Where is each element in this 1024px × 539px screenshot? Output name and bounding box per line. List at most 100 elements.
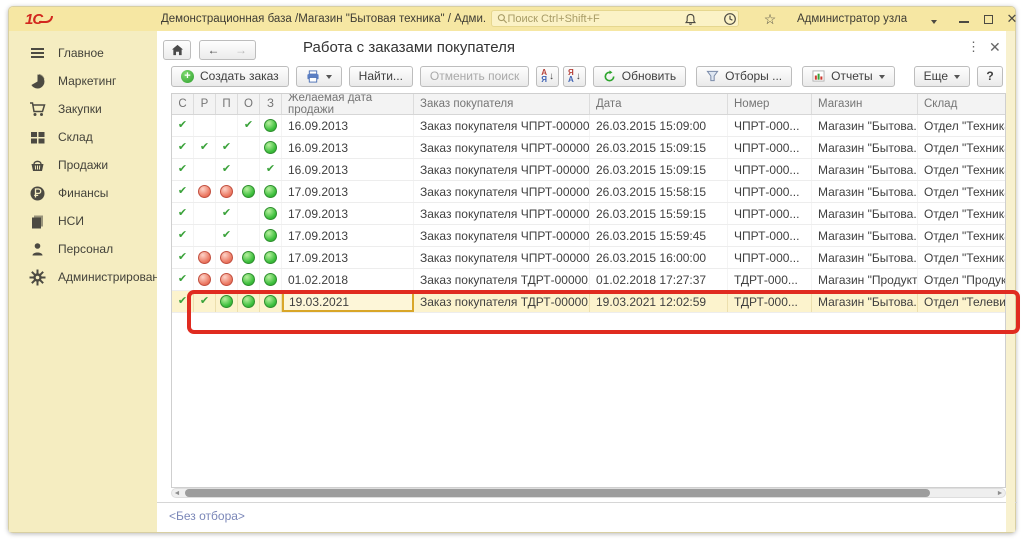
cell-warehouse: Отдел "Техника д [918, 203, 1006, 224]
close-button[interactable]: ✕ [1003, 7, 1021, 31]
table-row[interactable]: ✔✔17.09.2013Заказ покупателя ЧПРТ-00000.… [172, 203, 1005, 225]
status-check-icon: ✔ [222, 230, 231, 241]
titlebar: 1С Демонстрационная база /Магазин "Бытов… [9, 7, 1015, 31]
status-red-icon [198, 185, 211, 198]
global-search-box[interactable] [491, 10, 739, 27]
table-row[interactable]: ✔✔✔16.09.2013Заказ покупателя ЧПРТ-00000… [172, 137, 1005, 159]
status-cell [238, 203, 260, 224]
home-button[interactable] [163, 40, 191, 60]
status-cell [216, 115, 238, 136]
cancel-search-button[interactable]: Отменить поиск [420, 66, 529, 87]
status-check-icon: ✔ [178, 186, 187, 197]
status-cell: ✔ [216, 203, 238, 224]
page-title: Работа с заказами покупателя [303, 39, 515, 56]
back-button[interactable]: ← [199, 40, 228, 60]
sidebar-item-nsi[interactable]: НСИ [9, 207, 157, 235]
cell-order: Заказ покупателя ЧПРТ-00000... [414, 159, 590, 180]
sidebar-item-label: Главное [58, 46, 104, 60]
sort-descending-button[interactable]: ЯА↓ [563, 66, 586, 87]
column-header-number[interactable]: Номер [728, 94, 812, 114]
status-cell: ✔ [172, 159, 194, 180]
table-header-row: С Р П О З Желаемая дата продажи Заказ по… [172, 94, 1005, 115]
find-button[interactable]: Найти... [349, 66, 413, 87]
column-header-o[interactable]: О [238, 94, 260, 114]
table-row[interactable]: ✔17.09.2013Заказ покупателя ЧПРТ-00000..… [172, 247, 1005, 269]
cell-desired-date: 16.09.2013 [282, 159, 414, 180]
search-input[interactable] [508, 13, 733, 25]
status-green-icon [264, 207, 277, 220]
form-kebab-menu-icon[interactable]: ⋮ [967, 39, 980, 55]
more-button[interactable]: Еще [914, 66, 970, 87]
sidebar-item-purchases[interactable]: Закупки [9, 95, 157, 123]
cell-desired-date: 01.02.2018 [282, 269, 414, 290]
status-cell [194, 247, 216, 268]
column-header-order[interactable]: Заказ покупателя [414, 94, 590, 114]
sidebar-item-warehouse[interactable]: Склад [9, 123, 157, 151]
favorites-star-icon[interactable]: ☆ [761, 7, 779, 31]
refresh-button[interactable]: Обновить [593, 66, 686, 87]
service-menu-icon[interactable] [925, 7, 943, 31]
filters-button[interactable]: Отборы ... [696, 66, 792, 87]
status-cell [238, 225, 260, 246]
sidebar-item-marketing[interactable]: Маркетинг [9, 67, 157, 95]
print-button[interactable] [296, 66, 342, 87]
column-header-s[interactable]: С [172, 94, 194, 114]
column-header-z[interactable]: З [260, 94, 282, 114]
status-cell [194, 203, 216, 224]
more-dropdown-caret [954, 75, 960, 82]
sidebar-item-personnel[interactable]: Персонал [9, 235, 157, 263]
cell-desired-date: 17.09.2013 [282, 247, 414, 268]
column-header-p[interactable]: П [216, 94, 238, 114]
table-row[interactable]: ✔✔16.09.2013Заказ покупателя ЧПРТ-00000.… [172, 115, 1005, 137]
sidebar-item-administration[interactable]: Администрирование [9, 263, 157, 291]
status-green-icon [264, 273, 277, 286]
notifications-bell-icon[interactable] [681, 7, 699, 31]
help-button[interactable]: ? [977, 66, 1003, 87]
history-icon[interactable] [721, 7, 739, 31]
sort-ascending-button[interactable]: АЯ↓ [536, 66, 559, 87]
column-header-date[interactable]: Дата [590, 94, 728, 114]
table-row[interactable]: ✔✔19.03.2021Заказ покупателя ТДРТ-000001… [172, 291, 1005, 313]
cell-desired-date: 17.09.2013 [282, 181, 414, 202]
scroll-left-arrow-icon[interactable]: ◄ [172, 490, 182, 497]
status-cell [260, 137, 282, 158]
current-user[interactable]: Администратор узла [797, 7, 907, 31]
books-icon [29, 213, 46, 230]
main-menu-icon[interactable] [127, 7, 143, 31]
minimize-button[interactable] [955, 7, 973, 31]
form-close-icon[interactable]: ✕ [989, 39, 1001, 56]
column-header-r[interactable]: Р [194, 94, 216, 114]
forward-button[interactable]: → [227, 40, 256, 60]
status-red-icon [220, 251, 233, 264]
status-cell [260, 225, 282, 246]
status-cell: ✔ [172, 291, 194, 312]
sidebar-item-sales[interactable]: Продажи [9, 151, 157, 179]
horizontal-scrollbar[interactable]: ◄ ► [171, 488, 1006, 498]
cell-number: ЧПРТ-000... [728, 247, 812, 268]
filter-status-link[interactable]: <Без отбора> [169, 509, 245, 523]
column-header-store[interactable]: Магазин [812, 94, 918, 114]
table-row[interactable]: ✔17.09.2013Заказ покупателя ЧПРТ-00000..… [172, 181, 1005, 203]
sidebar-item-finance[interactable]: Финансы [9, 179, 157, 207]
table-row[interactable]: ✔01.02.2018Заказ покупателя ТДРТ-000001.… [172, 269, 1005, 291]
reports-dropdown-caret [879, 75, 885, 82]
status-check-icon: ✔ [222, 164, 231, 175]
scrollbar-thumb[interactable] [185, 489, 930, 497]
cell-date: 19.03.2021 12:02:59 [590, 291, 728, 312]
sidebar-item-main[interactable]: Главное [9, 39, 157, 67]
status-green-icon [264, 119, 277, 132]
cell-warehouse: Отдел "Техника д [918, 225, 1006, 246]
cell-number: ТДРТ-000... [728, 291, 812, 312]
table-row[interactable]: ✔✔✔16.09.2013Заказ покупателя ЧПРТ-00000… [172, 159, 1005, 181]
create-order-button[interactable]: + Создать заказ [171, 66, 289, 87]
column-header-desired-date[interactable]: Желаемая дата продажи [282, 94, 414, 114]
cell-order: Заказ покупателя ЧПРТ-00000... [414, 225, 590, 246]
right-edge-strip [1006, 31, 1015, 532]
logo-swoosh [39, 16, 53, 23]
cell-number: ЧПРТ-000... [728, 159, 812, 180]
reports-button[interactable]: Отчеты [802, 66, 894, 87]
table-row[interactable]: ✔✔17.09.2013Заказ покупателя ЧПРТ-00000.… [172, 225, 1005, 247]
maximize-button[interactable] [979, 7, 997, 31]
column-header-warehouse[interactable]: Склад [918, 94, 1006, 114]
scroll-right-arrow-icon[interactable]: ► [995, 490, 1005, 497]
